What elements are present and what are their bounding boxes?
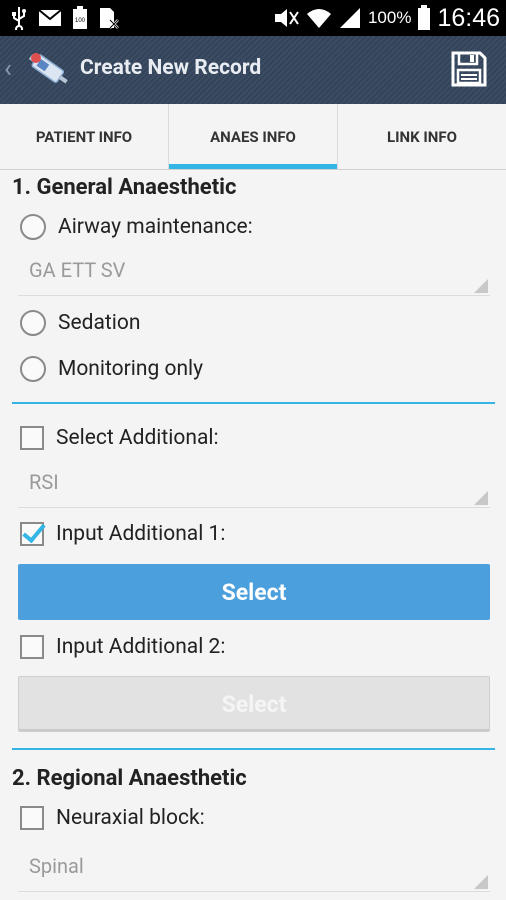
monitoring-only-radio[interactable] — [20, 356, 46, 382]
back-chevron-icon[interactable]: ‹ — [4, 54, 12, 84]
status-bar: 100 100% 16:46 — [0, 0, 506, 36]
monitoring-only-label: Monitoring only — [58, 357, 204, 381]
signal-icon — [339, 8, 360, 28]
mute-icon — [274, 9, 299, 27]
battery-notification-icon: 100 — [73, 6, 87, 29]
save-icon[interactable] — [450, 50, 488, 88]
airway-maintenance-radio[interactable] — [20, 214, 46, 240]
general-anaesthetic-heading: 1. General Anaesthetic — [12, 175, 237, 200]
sedation-radio[interactable] — [20, 310, 46, 336]
neuraxial-block-value: Spinal — [29, 854, 84, 878]
input-additional-2-label: Input Additional 2: — [56, 635, 226, 659]
tab-patient-info[interactable]: PATIENT INFO — [0, 104, 169, 169]
action-bar: ‹ Create New Record — [0, 36, 506, 104]
tab-anaes-info[interactable]: ANAES INFO — [169, 104, 338, 169]
sedation-label: Sedation — [58, 311, 141, 335]
monitoring-only-option[interactable]: Monitoring only — [20, 356, 203, 382]
select-additional-checkbox[interactable] — [20, 426, 44, 450]
sedation-option[interactable]: Sedation — [20, 310, 140, 336]
neuraxial-block-checkbox[interactable] — [20, 806, 44, 830]
neuraxial-block-spinner[interactable]: Spinal — [18, 848, 490, 892]
battery-percent: 100% — [367, 8, 412, 27]
app-logo-icon[interactable] — [22, 44, 74, 96]
spinner-arrow-icon — [474, 279, 488, 293]
usb-icon — [12, 7, 26, 30]
input-additional-2-select-button[interactable]: Select — [18, 676, 490, 732]
input-additional-1-option[interactable]: Input Additional 1: — [20, 522, 225, 546]
neuraxial-block-label: Neuraxial block: — [56, 806, 205, 830]
sim-icon — [100, 8, 119, 29]
regional-anaesthetic-heading: 2. Regional Anaesthetic — [12, 766, 247, 791]
airway-maintenance-label: Airway maintenance: — [58, 215, 253, 239]
section-divider — [12, 748, 495, 750]
tab-link-info[interactable]: LINK INFO — [338, 104, 506, 169]
status-system: 100% 16:46 — [272, 0, 500, 36]
section-divider — [12, 402, 495, 404]
airway-maintenance-option[interactable]: Airway maintenance: — [20, 214, 253, 240]
wifi-icon — [306, 9, 331, 28]
page-title: Create New Record — [80, 56, 262, 80]
status-notifications: 100 — [10, 6, 120, 30]
tab-bar: PATIENT INFO ANAES INFO LINK INFO — [0, 104, 506, 170]
gmail-icon — [38, 9, 62, 26]
input-additional-1-checkbox[interactable] — [20, 522, 44, 546]
select-additional-option[interactable]: Select Additional: — [20, 426, 219, 450]
spinner-arrow-icon — [474, 491, 488, 505]
input-additional-1-label: Input Additional 1: — [56, 522, 226, 546]
spinner-arrow-icon — [474, 875, 488, 889]
input-additional-1-select-button[interactable]: Select — [18, 564, 490, 620]
input-additional-2-option[interactable]: Input Additional 2: — [20, 635, 225, 659]
airway-maintenance-spinner[interactable]: GA ETT SV — [18, 252, 490, 296]
select-additional-label: Select Additional: — [56, 426, 219, 450]
select-additional-value: RSI — [29, 470, 59, 494]
battery-icon — [418, 5, 431, 30]
neuraxial-block-option[interactable]: Neuraxial block: — [20, 806, 205, 830]
clock: 16:46 — [437, 3, 500, 32]
airway-maintenance-value: GA ETT SV — [29, 258, 126, 282]
input-additional-2-checkbox[interactable] — [20, 635, 44, 659]
select-additional-spinner[interactable]: RSI — [18, 464, 490, 508]
svg-text:100: 100 — [75, 18, 86, 24]
